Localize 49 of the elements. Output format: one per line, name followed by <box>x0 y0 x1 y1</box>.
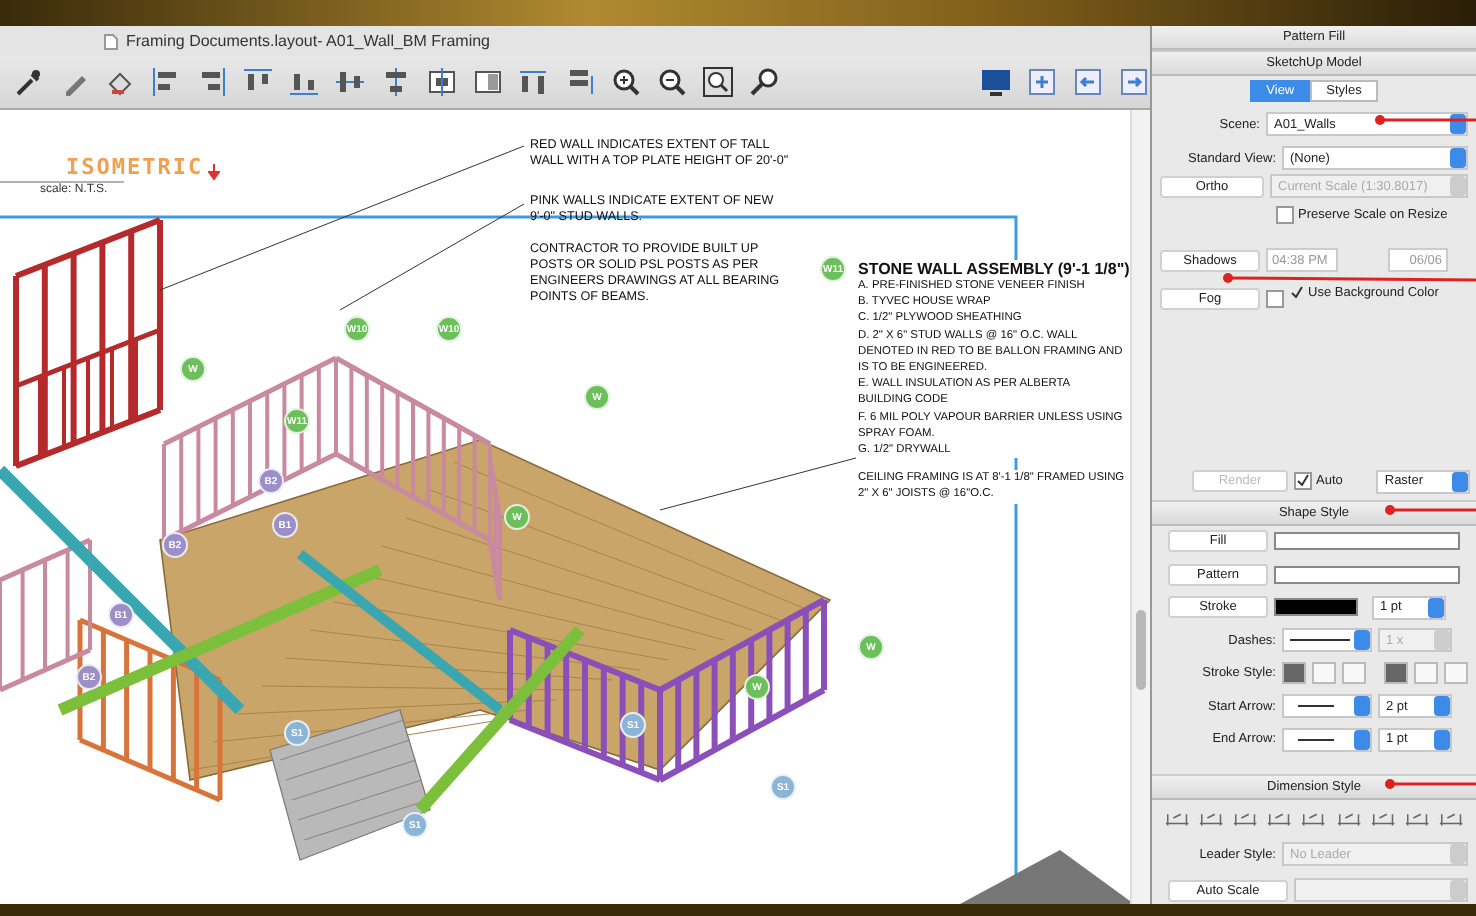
checkbox[interactable] <box>1276 205 1294 223</box>
page-icon[interactable] <box>472 66 504 98</box>
dimension-icon[interactable] <box>1437 808 1464 828</box>
dropdown[interactable] <box>1282 727 1372 752</box>
dimension-icon[interactable] <box>1164 808 1191 828</box>
window-title: Framing Documents.layout- A01_Wall_BM Framing <box>126 32 490 50</box>
color-swatch[interactable] <box>1274 598 1358 617</box>
line-style-icon <box>1290 636 1350 645</box>
cap-style-icon[interactable] <box>1384 662 1408 685</box>
center-vertical-icon[interactable] <box>380 66 412 98</box>
previous-page-icon[interactable] <box>1072 66 1104 98</box>
zoom-fit-icon[interactable] <box>702 66 734 98</box>
annotation-line <box>1385 505 1476 515</box>
arrow-down-icon <box>208 164 220 180</box>
align-right-icon[interactable] <box>196 66 228 98</box>
zoom-out-icon[interactable] <box>656 66 688 98</box>
center-horizontal-icon[interactable] <box>334 66 366 98</box>
annotation-line <box>1385 779 1476 789</box>
zoom-in-icon[interactable] <box>610 66 642 98</box>
join-style-icon[interactable] <box>1282 662 1306 685</box>
scroll-bar[interactable] <box>1130 110 1150 904</box>
dimension-icon[interactable] <box>1369 808 1396 828</box>
title-underline <box>0 181 125 183</box>
color-swatch[interactable] <box>1274 565 1460 584</box>
document-icon <box>104 33 118 49</box>
distribute-icon[interactable] <box>518 66 550 98</box>
stack-icon[interactable] <box>564 66 596 98</box>
next-page-icon[interactable] <box>1118 66 1150 98</box>
align-left-icon[interactable] <box>150 66 182 98</box>
dimension-icon[interactable] <box>1266 808 1293 828</box>
dropdown[interactable] <box>1282 694 1372 719</box>
dimension-icon[interactable] <box>1403 808 1430 828</box>
eyedropper-icon[interactable] <box>12 66 44 98</box>
search-icon[interactable] <box>748 66 780 98</box>
monitor-icon[interactable] <box>980 66 1012 98</box>
annotation-line <box>1375 115 1476 125</box>
dimension-icon[interactable] <box>1198 808 1225 828</box>
checkbox[interactable] <box>1266 289 1284 307</box>
color-swatch[interactable] <box>1274 532 1460 551</box>
checkbox[interactable] <box>1294 472 1312 490</box>
dimension-icon[interactable] <box>1232 808 1259 828</box>
dimension-icon[interactable] <box>1335 808 1362 828</box>
assembly-title: STONE WALL ASSEMBLY (9'-1 1/8") <box>858 260 1126 278</box>
dimension-icon[interactable] <box>1300 808 1328 828</box>
checkmark-icon[interactable] <box>1290 285 1304 299</box>
dropdown[interactable] <box>1282 628 1372 653</box>
center-on-page-icon[interactable] <box>426 66 458 98</box>
view-title: ISOMETRIC <box>66 154 204 180</box>
add-page-icon[interactable] <box>1026 66 1058 98</box>
